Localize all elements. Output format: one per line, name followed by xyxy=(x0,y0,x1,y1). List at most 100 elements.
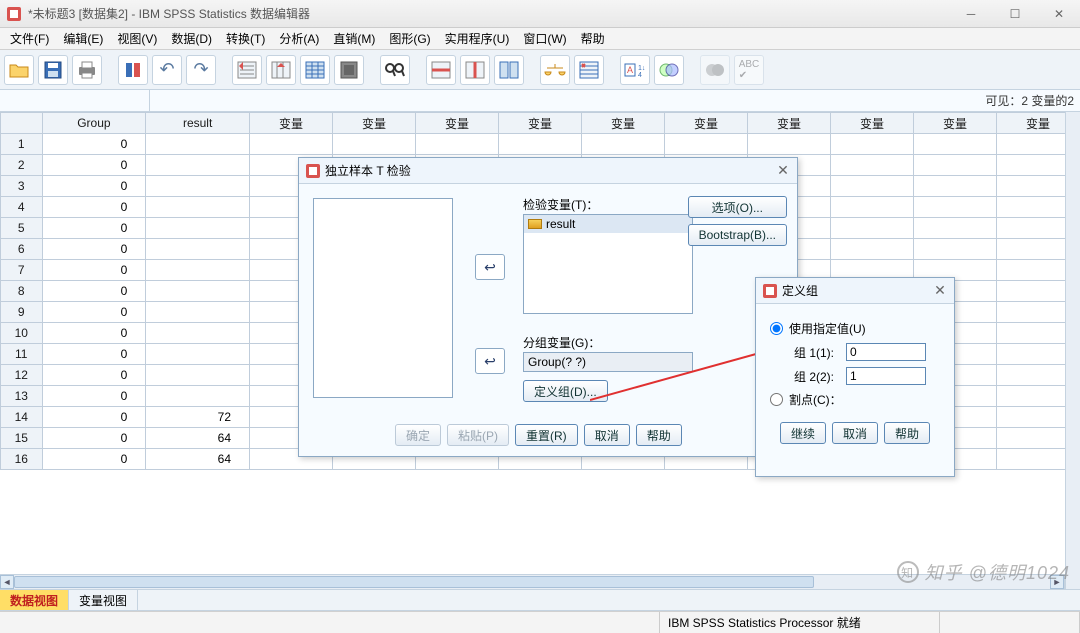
cell[interactable]: 0 xyxy=(42,323,146,344)
cell[interactable]: 64 xyxy=(146,449,250,470)
options-button[interactable]: 选项(O)... xyxy=(688,196,787,218)
cell[interactable] xyxy=(914,176,997,197)
cell[interactable]: 0 xyxy=(42,302,146,323)
use-sets-icon[interactable] xyxy=(654,55,684,85)
find-icon[interactable] xyxy=(380,55,410,85)
column-header[interactable]: 变量 xyxy=(333,113,416,134)
define-close-icon[interactable]: ✕ xyxy=(932,282,948,299)
bootstrap-button[interactable]: Bootstrap(B)... xyxy=(688,224,787,246)
cell[interactable] xyxy=(146,197,250,218)
group2-input[interactable] xyxy=(846,367,926,385)
cell[interactable] xyxy=(146,365,250,386)
row-header[interactable]: 1 xyxy=(1,134,43,155)
column-header[interactable]: 变量 xyxy=(582,113,665,134)
cell[interactable] xyxy=(146,134,250,155)
row-header[interactable]: 15 xyxy=(1,428,43,449)
row-header[interactable]: 3 xyxy=(1,176,43,197)
cell[interactable]: 0 xyxy=(42,407,146,428)
row-header[interactable]: 5 xyxy=(1,218,43,239)
cell[interactable]: 0 xyxy=(42,197,146,218)
cancel-button[interactable]: 取消 xyxy=(584,424,630,446)
cell[interactable] xyxy=(250,134,333,155)
cell[interactable] xyxy=(914,155,997,176)
tab-data-view[interactable]: 数据视图 xyxy=(0,590,69,610)
paste-button[interactable]: 粘贴(P) xyxy=(447,424,509,446)
menu-graphs[interactable]: 图形(G) xyxy=(383,28,436,49)
column-header[interactable]: 变量 xyxy=(416,113,499,134)
close-button[interactable]: ✕ xyxy=(1044,7,1074,21)
run-icon[interactable] xyxy=(334,55,364,85)
cell[interactable]: 0 xyxy=(42,428,146,449)
help-button[interactable]: 帮助 xyxy=(636,424,682,446)
redo-icon[interactable]: ↷ xyxy=(186,55,216,85)
show-all-icon[interactable] xyxy=(700,55,730,85)
cell[interactable] xyxy=(416,134,499,155)
cell[interactable]: 0 xyxy=(42,176,146,197)
menu-window[interactable]: 窗口(W) xyxy=(517,28,572,49)
cell[interactable] xyxy=(748,134,831,155)
move-group-button[interactable]: ↩ xyxy=(475,348,505,374)
group1-input[interactable] xyxy=(846,343,926,361)
menu-file[interactable]: 文件(F) xyxy=(4,28,55,49)
print-icon[interactable] xyxy=(72,55,102,85)
cell[interactable]: 0 xyxy=(42,386,146,407)
ok-button[interactable]: 确定 xyxy=(395,424,441,446)
value-labels-icon[interactable]: A1↓4 xyxy=(620,55,650,85)
row-header[interactable]: 7 xyxy=(1,260,43,281)
column-header[interactable]: 变量 xyxy=(914,113,997,134)
menu-edit[interactable]: 编辑(E) xyxy=(57,28,109,49)
save-icon[interactable] xyxy=(38,55,68,85)
cell[interactable] xyxy=(831,134,914,155)
column-header[interactable]: result xyxy=(146,113,250,134)
row-header[interactable]: 13 xyxy=(1,386,43,407)
insert-case-icon[interactable] xyxy=(426,55,456,85)
cell[interactable] xyxy=(582,134,665,155)
cell[interactable] xyxy=(146,386,250,407)
reset-button[interactable]: 重置(R) xyxy=(515,424,578,446)
move-test-button[interactable]: ↩ xyxy=(475,254,505,280)
weight-icon[interactable] xyxy=(540,55,570,85)
menu-help[interactable]: 帮助 xyxy=(575,28,611,49)
row-header[interactable]: 4 xyxy=(1,197,43,218)
define-groups-button[interactable]: 定义组(D)... xyxy=(523,380,608,402)
cell[interactable]: 0 xyxy=(42,134,146,155)
goto-case-icon[interactable] xyxy=(232,55,262,85)
cutpoint-radio[interactable] xyxy=(770,393,783,406)
row-header[interactable]: 11 xyxy=(1,344,43,365)
dg-help-button[interactable]: 帮助 xyxy=(884,422,930,444)
cell[interactable] xyxy=(146,176,250,197)
cell[interactable]: 0 xyxy=(42,365,146,386)
scroll-thumb[interactable] xyxy=(14,576,814,588)
cell[interactable] xyxy=(914,218,997,239)
dg-cancel-button[interactable]: 取消 xyxy=(832,422,878,444)
menu-view[interactable]: 视图(V) xyxy=(111,28,163,49)
cell[interactable]: 0 xyxy=(42,260,146,281)
cell[interactable] xyxy=(831,176,914,197)
row-header[interactable]: 6 xyxy=(1,239,43,260)
insert-var-icon[interactable] xyxy=(460,55,490,85)
test-variable-list[interactable]: result xyxy=(523,214,693,314)
row-header[interactable]: 14 xyxy=(1,407,43,428)
recall-icon[interactable] xyxy=(118,55,148,85)
cell[interactable]: 0 xyxy=(42,155,146,176)
cell[interactable] xyxy=(146,218,250,239)
cell[interactable] xyxy=(831,197,914,218)
menu-utilities[interactable]: 实用程序(U) xyxy=(439,28,516,49)
cell[interactable]: 0 xyxy=(42,239,146,260)
select-cases-icon[interactable] xyxy=(574,55,604,85)
use-specified-radio[interactable] xyxy=(770,322,783,335)
menu-direct[interactable]: 直销(M) xyxy=(327,28,381,49)
source-variable-list[interactable] xyxy=(313,198,453,398)
maximize-button[interactable]: ☐ xyxy=(1000,7,1030,21)
scroll-left-icon[interactable]: ◄ xyxy=(0,575,14,589)
cell[interactable] xyxy=(831,155,914,176)
cell[interactable]: 64 xyxy=(146,428,250,449)
minimize-button[interactable]: ─ xyxy=(956,7,986,21)
cell[interactable]: 0 xyxy=(42,281,146,302)
spellcheck-icon[interactable]: ABC✔ xyxy=(734,55,764,85)
cell[interactable]: 0 xyxy=(42,449,146,470)
open-icon[interactable] xyxy=(4,55,34,85)
tab-variable-view[interactable]: 变量视图 xyxy=(69,590,138,610)
undo-icon[interactable]: ↶ xyxy=(152,55,182,85)
cell[interactable] xyxy=(914,239,997,260)
